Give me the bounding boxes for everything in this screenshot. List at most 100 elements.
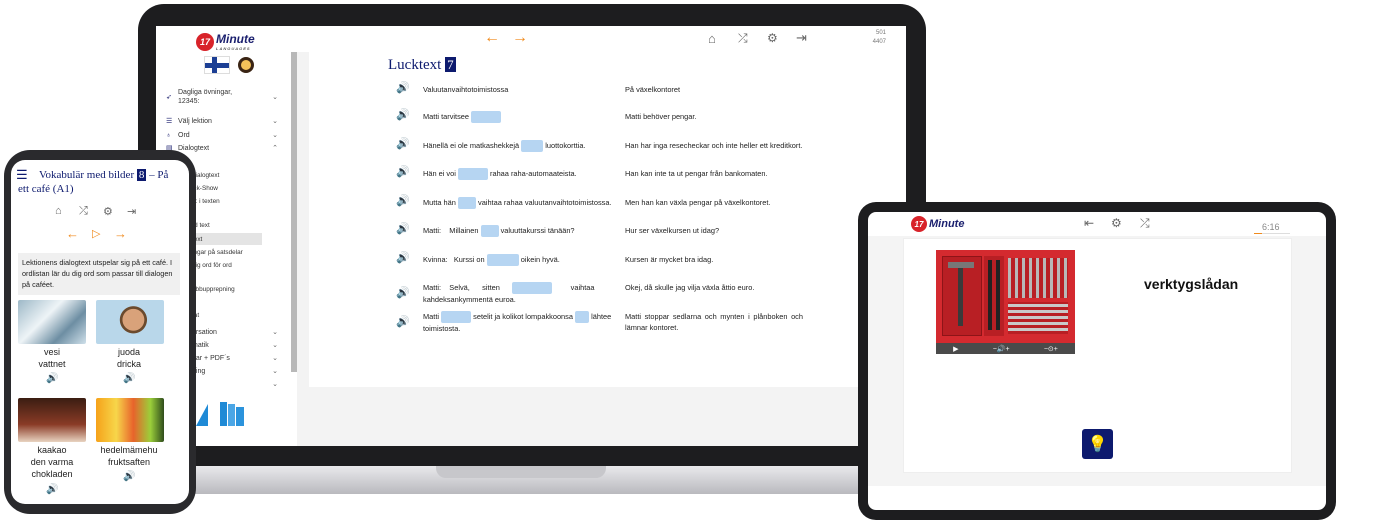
flashcard-word: verktygslådan xyxy=(1144,276,1239,292)
phone-title-badge: 8 xyxy=(136,169,147,181)
vocab-image-water[interactable] xyxy=(18,300,86,344)
logo-number: 17 xyxy=(911,216,927,232)
submenu-item[interactable]: ingar på satsdelar xyxy=(192,249,243,256)
submenu-item[interactable]: dig ord för ord xyxy=(192,262,232,269)
swedish-text: På växelkontoret xyxy=(625,85,681,94)
speaker-icon[interactable]: 🔊 xyxy=(396,139,410,150)
vocab-image-cocoa[interactable] xyxy=(18,398,86,442)
menu-conversation[interactable]: ersation ⌄ xyxy=(192,328,278,337)
submenu-item[interactable]: dialogtext xyxy=(192,172,219,179)
play-icon[interactable]: ▷ xyxy=(92,227,100,240)
stats-bar-icon xyxy=(220,402,227,426)
answer-gap[interactable] xyxy=(575,311,590,324)
answer-gap[interactable] xyxy=(480,225,499,238)
speaker-icon[interactable]: 🔊 xyxy=(123,373,135,384)
answer-gap[interactable] xyxy=(441,311,472,324)
speaker-icon[interactable]: 🔊 xyxy=(396,317,410,328)
finnish-fragment: valuuttakurssi tänään? xyxy=(500,226,575,235)
shuffle-icon[interactable]: ⤮ xyxy=(79,205,88,218)
app-logo[interactable]: 17 Minute LANGUAGES xyxy=(196,32,255,51)
speaker-icon[interactable]: 🔊 xyxy=(46,484,58,495)
finnish-fragment: Matti xyxy=(423,312,440,321)
menu-exercises[interactable]: ning ⌄ xyxy=(192,367,278,376)
answer-gap[interactable] xyxy=(521,140,544,153)
answer-gap[interactable] xyxy=(471,111,502,124)
logout-icon[interactable]: ⇥ xyxy=(796,30,807,46)
finnish-fragment: Hän ei voi xyxy=(423,169,456,178)
gear-icon[interactable]: ⚙ xyxy=(1111,216,1122,230)
avatar[interactable] xyxy=(238,57,254,73)
flag-finland-icon[interactable] xyxy=(204,56,230,74)
back-arrow-icon[interactable]: ← xyxy=(484,29,500,47)
course-label: Dagliga övningar, xyxy=(178,89,233,96)
menu-choose-lesson[interactable]: ☰ Välj lektion ⌄ xyxy=(166,117,278,126)
menu-dialogue[interactable]: ▤ Dialogtext ⌃ xyxy=(166,144,278,153)
forward-arrow-icon[interactable]: → xyxy=(114,226,127,241)
answer-gap[interactable] xyxy=(486,254,519,267)
vocab-image-drink[interactable] xyxy=(96,300,164,344)
image-player-controls[interactable]: ▶ −🔊+ −⊙+ xyxy=(936,343,1075,354)
chevron-down-icon: ⌄ xyxy=(272,342,278,349)
stat-points: 501 xyxy=(875,30,886,36)
speaker-icon[interactable]: 🔊 xyxy=(396,224,410,235)
speaker-icon[interactable]: 🔊 xyxy=(396,110,410,121)
home-icon[interactable]: ⌂ xyxy=(55,205,62,217)
shuffle-icon[interactable]: ⤮ xyxy=(1140,216,1150,231)
vocab-caption: kaakao den varma chokladen xyxy=(12,444,92,480)
finnish-text: Hänellä ei ole matkashekkejä luottokortt… xyxy=(423,140,623,153)
chevron-down-icon: ⌄ xyxy=(272,329,278,336)
finnish-fragment: rahaa raha-automaateista. xyxy=(490,169,577,178)
speaker-icon[interactable]: 🔊 xyxy=(396,83,410,94)
finnish-text: Matti: Millainen valuuttakurssi tänään? xyxy=(423,225,623,238)
finnish-fragment: toimistosta. xyxy=(423,324,461,334)
finnish-fragment: vaihtaa rahaa valuutanvaihtotoimistossa. xyxy=(478,198,612,207)
logo-text: Minute xyxy=(216,32,255,46)
timer-progress xyxy=(1254,233,1262,234)
shuffle-icon[interactable]: ⤮ xyxy=(738,31,748,46)
speaker-icon[interactable]: 🔊 xyxy=(396,167,410,178)
vocab-image-juice[interactable] xyxy=(96,398,164,442)
gear-icon[interactable]: ⚙ xyxy=(103,205,113,218)
back-arrow-icon[interactable]: ← xyxy=(66,226,79,241)
swedish-text: Han kan inte ta ut pengar från bankomate… xyxy=(625,169,768,178)
finnish-fragment: Hänellä ei ole matkashekkejä xyxy=(423,141,520,150)
list-icon: ☰ xyxy=(166,118,173,125)
submenu-item[interactable]: abbupprepning xyxy=(192,286,235,293)
volume-icon[interactable]: −🔊+ xyxy=(993,345,1010,353)
speaker-icon[interactable]: 🔊 xyxy=(46,373,58,384)
menu-more[interactable]: ⌄ xyxy=(192,380,278,388)
course-selector[interactable]: ➶ Dagliga övningar, 12345: ⌄ xyxy=(166,88,278,106)
finnish-fragment: setelit ja kolikot lompakkoonsa xyxy=(473,312,573,321)
swedish-text: Men han kan växla pengar på växelkontore… xyxy=(625,198,771,207)
speaker-label: Matti: xyxy=(423,226,442,235)
vocab-caption: vesi vattnet xyxy=(12,346,92,370)
exit-icon[interactable]: ⇤ xyxy=(1084,216,1094,230)
home-icon[interactable]: ⌂ xyxy=(708,31,716,46)
finnish-fragment: Selvä, xyxy=(449,283,470,292)
speaker-icon[interactable]: 🔊 xyxy=(396,196,410,207)
course-sub: 12345: xyxy=(178,98,200,105)
answer-gap[interactable] xyxy=(512,282,553,295)
finnish-text: Hän ei voi rahaa raha-automaateista. xyxy=(423,168,623,181)
menu-downloads[interactable]: gar + PDF´s ⌄ xyxy=(192,354,278,363)
speaker-icon[interactable]: 🔊 xyxy=(396,253,410,264)
hint-bulb-button[interactable]: 💡 xyxy=(1082,429,1113,459)
logout-icon[interactable]: ⇥ xyxy=(127,205,136,218)
answer-gap[interactable] xyxy=(457,197,476,210)
speaker-icon[interactable]: 🔊 xyxy=(396,288,410,299)
answer-gap[interactable] xyxy=(457,168,488,181)
zoom-icon[interactable]: −⊙+ xyxy=(1044,345,1058,353)
tablet-logo[interactable]: 17 Minute xyxy=(911,216,964,232)
forward-arrow-icon[interactable]: → xyxy=(512,29,528,47)
page-title-text: Lucktext xyxy=(388,57,442,73)
gear-icon[interactable]: ⚙ xyxy=(767,31,778,45)
play-icon[interactable]: ▶ xyxy=(953,345,958,353)
finnish-text: Mutta hän vaihtaa rahaa valuutanvaihtoto… xyxy=(423,197,623,210)
toolbox-image[interactable] xyxy=(936,250,1075,343)
phone-page-title: Vokabulär med bilder 8 – På ett café (A1… xyxy=(18,168,178,196)
menu-words[interactable]: ♁ Ord ⌄ xyxy=(166,131,278,140)
speaker-icon[interactable]: 🔊 xyxy=(123,471,135,482)
finnish-fragment: Kurssi on xyxy=(453,255,485,264)
menu-grammar[interactable]: matik ⌄ xyxy=(192,341,278,350)
submenu-item[interactable]: a: i texten xyxy=(192,198,220,205)
